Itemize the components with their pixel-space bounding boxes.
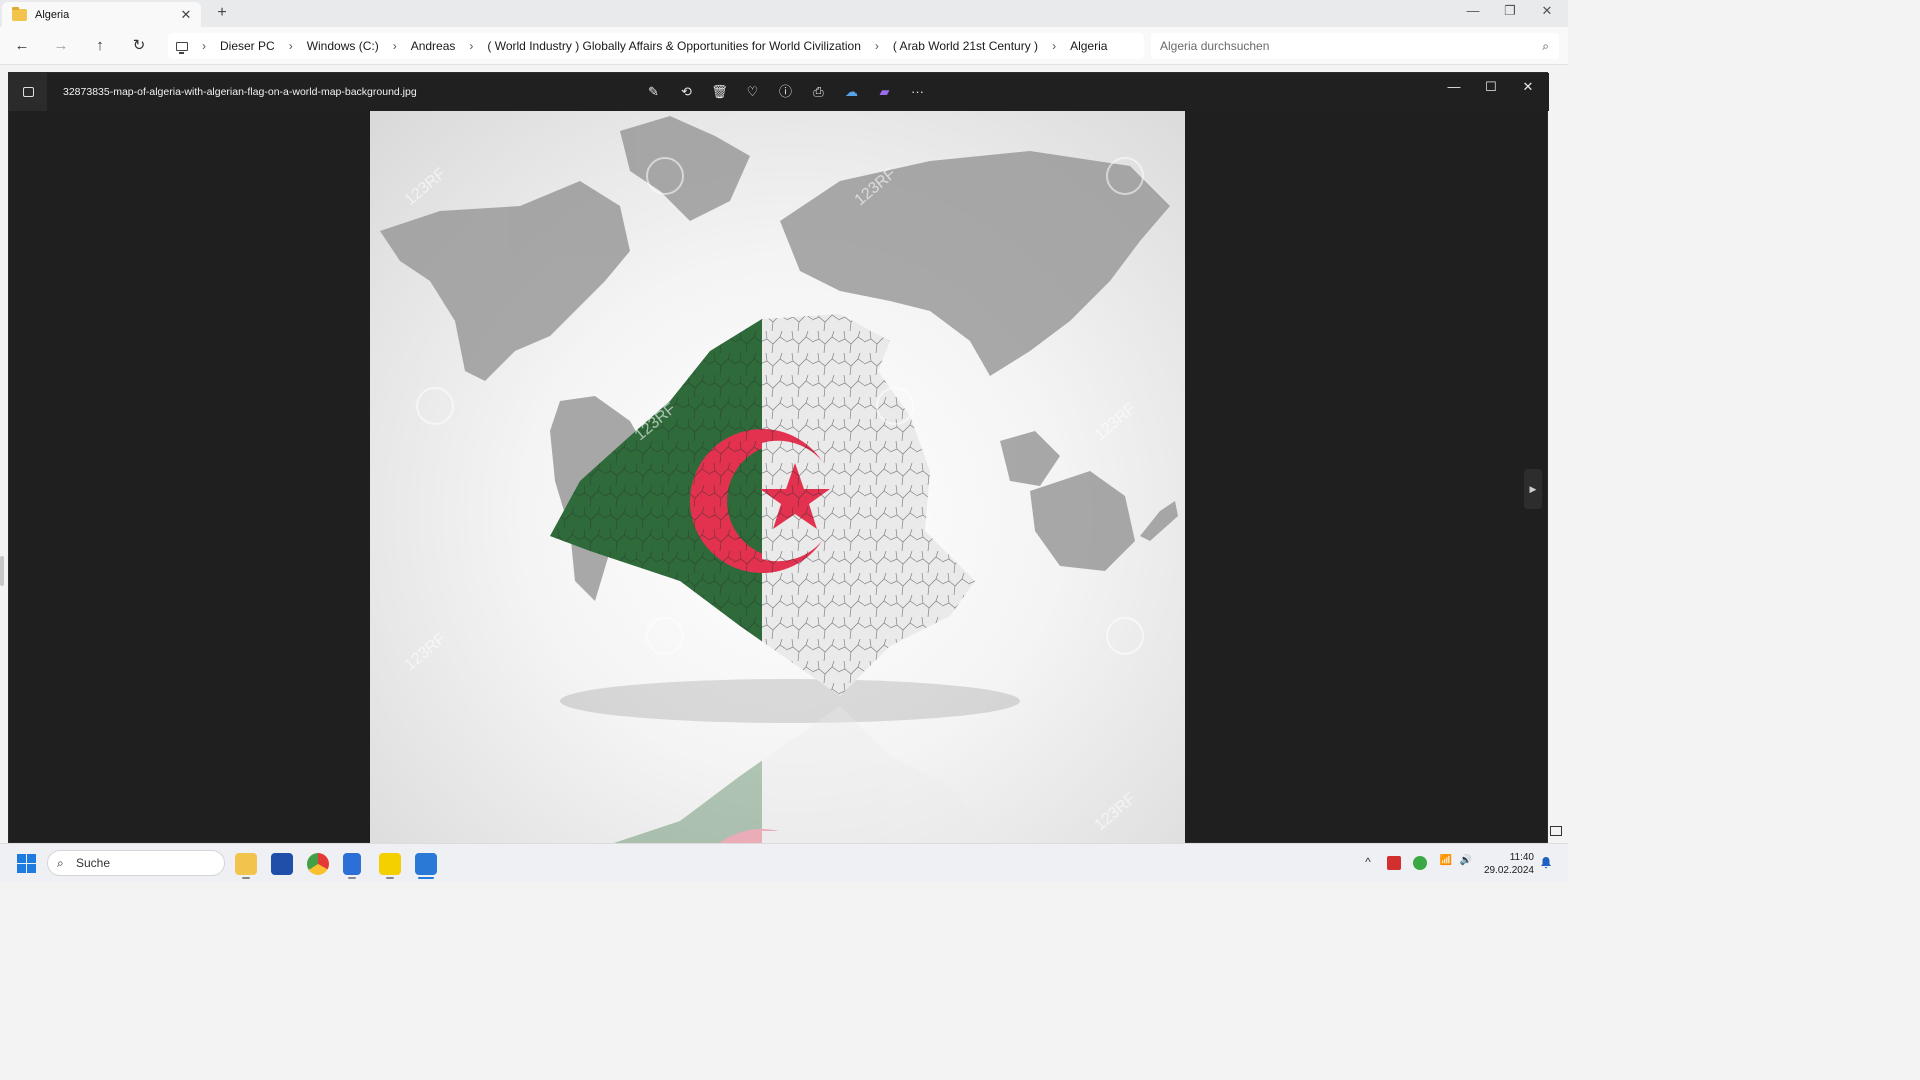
chrome-icon[interactable]	[307, 853, 329, 875]
photo-viewer-window: 32873835-map-of-algeria-with-algerian-fl…	[8, 72, 1549, 844]
restore-button[interactable]: ❐	[1495, 3, 1525, 19]
crumb-separator[interactable]: ›	[469, 39, 473, 53]
photo-image: 123RF 123RF 123RF 123RF 123RF 123RF	[370, 111, 1185, 844]
viewer-maximize-button[interactable]: ☐	[1473, 79, 1509, 95]
clock-time: 11:40	[1509, 852, 1534, 863]
address-row: ← → ↑ ↻ › Dieser PC › Windows (C:) › And…	[0, 27, 1568, 65]
tab-close-button[interactable]: ✕	[177, 7, 195, 23]
volume-icon[interactable]: 🔊	[1457, 855, 1475, 866]
clock[interactable]: 11:40 29.02.2024	[1480, 851, 1534, 877]
more-options-icon[interactable]: ···	[901, 81, 934, 103]
taskbar-search-label: Suche	[76, 856, 111, 870]
crumb-algeria[interactable]: Algeria	[1070, 39, 1107, 53]
print-icon[interactable]: ⎙	[802, 81, 835, 103]
taskbar: ⌕ Suche ^ 📶 🔊 11:40 29.02.2024	[0, 843, 1568, 882]
active-indicator	[418, 877, 434, 879]
crumb-separator[interactable]: ›	[1052, 39, 1056, 53]
onedrive-icon[interactable]: ☁	[835, 81, 868, 103]
explorer-tabbar: Algeria ✕ + — ❐ ✕	[0, 0, 1568, 27]
running-indicator	[386, 877, 394, 879]
resize-grip[interactable]	[0, 556, 4, 586]
info-icon[interactable]: ⓘ	[769, 81, 802, 103]
viewer-titlebar: 32873835-map-of-algeria-with-algerian-fl…	[9, 73, 1549, 111]
file-explorer-icon[interactable]	[235, 853, 257, 875]
algeria-flag-shape	[550, 314, 975, 696]
delete-icon[interactable]: 🗑	[703, 81, 736, 103]
viewer-minimize-button[interactable]: —	[1436, 79, 1472, 94]
notification-bell-icon[interactable]	[1540, 856, 1552, 869]
running-indicator	[348, 877, 356, 879]
crumb-separator[interactable]: ›	[289, 39, 293, 53]
viewer-toolbar: ✎ ⟲ 🗑 ♡ ⓘ ⎙ ☁ ▰ ···	[637, 81, 934, 103]
search-input[interactable]: Algeria durchsuchen ⌕	[1151, 33, 1559, 59]
folder-icon	[12, 6, 27, 21]
tab-title: Algeria	[35, 8, 70, 21]
start-button[interactable]	[17, 854, 36, 873]
microsoft-store-icon[interactable]	[271, 853, 293, 875]
next-image-button[interactable]: ▶	[1524, 469, 1542, 509]
rotate-icon[interactable]: ⟲	[670, 81, 703, 103]
search-placeholder: Algeria durchsuchen	[1160, 39, 1270, 53]
favorite-icon[interactable]: ♡	[736, 81, 769, 103]
forward-button[interactable]: →	[50, 36, 72, 56]
running-indicator	[242, 877, 250, 879]
minimize-button[interactable]: —	[1458, 3, 1488, 18]
algeria-map-illustration: 123RF 123RF 123RF 123RF 123RF 123RF	[380, 116, 1178, 844]
close-window-button[interactable]: ✕	[1532, 3, 1562, 19]
crumb-arab-world[interactable]: ( Arab World 21st Century )	[893, 39, 1038, 53]
crumb-andreas[interactable]: Andreas	[411, 39, 456, 53]
search-icon: ⌕	[57, 856, 64, 870]
watermark-text: 123RF	[402, 630, 450, 674]
new-tab-button[interactable]: +	[213, 4, 231, 22]
show-desktop-corner[interactable]	[1550, 826, 1562, 836]
up-button[interactable]: ↑	[89, 36, 111, 56]
crumb-separator[interactable]: ›	[202, 39, 206, 53]
clock-date: 29.02.2024	[1483, 865, 1534, 876]
tray-overflow-icon[interactable]: ^	[1359, 855, 1377, 869]
photos-icon[interactable]	[415, 853, 437, 875]
player-app-icon[interactable]	[379, 853, 401, 875]
pdf-tray-icon[interactable]	[1387, 856, 1401, 870]
photos-app-icon[interactable]	[9, 73, 47, 111]
crumb-world-industry[interactable]: ( World Industry ) Globally Affairs & Op…	[487, 39, 860, 53]
watermark-text: 123RF	[1092, 790, 1140, 834]
wifi-icon[interactable]: 📶	[1437, 855, 1455, 866]
security-tray-icon[interactable]	[1413, 856, 1427, 870]
search-icon[interactable]: ⌕	[1542, 33, 1549, 59]
breadcrumb[interactable]: › Dieser PC › Windows (C:) › Andreas › (…	[168, 33, 1144, 59]
edit-icon[interactable]: ✎	[637, 81, 670, 103]
explorer-tab[interactable]: Algeria ✕	[2, 2, 201, 27]
clipchamp-icon[interactable]: ▰	[868, 81, 901, 103]
taskbar-search[interactable]: ⌕ Suche	[47, 850, 225, 876]
crumb-this-pc[interactable]: Dieser PC	[220, 39, 275, 53]
crumb-separator[interactable]: ›	[393, 39, 397, 53]
notepad-icon[interactable]	[343, 853, 361, 875]
refresh-button[interactable]: ↻	[128, 36, 150, 56]
crumb-separator[interactable]: ›	[875, 39, 879, 53]
file-name: 32873835-map-of-algeria-with-algerian-fl…	[63, 86, 417, 98]
viewer-close-button[interactable]: ✕	[1510, 79, 1546, 95]
watermark-text: 123RF	[402, 165, 450, 209]
watermark-text: 123RF	[1092, 400, 1140, 444]
crumb-windows-c[interactable]: Windows (C:)	[307, 39, 379, 53]
back-button[interactable]: ←	[11, 36, 33, 56]
computer-icon[interactable]	[176, 41, 188, 54]
